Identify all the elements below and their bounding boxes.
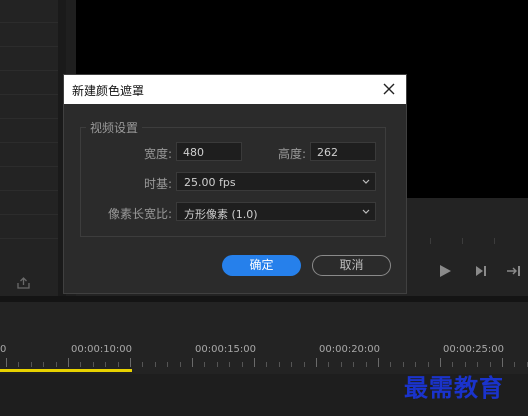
ruler-tick [490, 362, 491, 367]
ruler-tick [204, 362, 205, 367]
ruler-tick [130, 358, 131, 367]
timecode-label: 00:00:25:00 [443, 344, 505, 355]
ruler-tick [452, 362, 453, 367]
ruler-tick [353, 362, 354, 367]
ruler-tick [68, 358, 69, 367]
ruler-tick [242, 362, 243, 367]
chevron-down-icon [362, 209, 370, 214]
ruler-tick [440, 358, 441, 367]
cancel-button[interactable]: 取消 [312, 255, 391, 276]
ok-button[interactable]: 确定 [222, 255, 301, 276]
ruler-tick [477, 362, 478, 367]
ruler-tick [167, 362, 168, 367]
play-icon[interactable] [438, 264, 452, 278]
chevron-down-icon [362, 179, 370, 184]
monitor-ruler-tick [494, 238, 495, 244]
height-field[interactable]: 262 [310, 142, 376, 161]
ruler-tick [266, 362, 267, 367]
close-icon[interactable] [380, 80, 398, 98]
watermark-text: 最需教育 [404, 373, 504, 402]
ruler-tick [465, 362, 466, 367]
ruler-tick [390, 362, 391, 367]
panel-divider [0, 142, 58, 143]
ruler-tick [415, 362, 416, 367]
ruler-tick [56, 362, 57, 367]
ruler-tick [105, 362, 106, 367]
width-label: 宽度: [143, 147, 172, 161]
ruler-tick [279, 362, 280, 367]
ruler-tick [18, 362, 19, 367]
ruler-tick [514, 362, 515, 367]
ruler-tick [155, 362, 156, 367]
ruler-tick [6, 358, 7, 367]
dialog-titlebar[interactable]: 新建颜色遮罩 [64, 75, 406, 104]
ruler-tick [229, 362, 230, 367]
ruler-tick [254, 358, 255, 367]
timecode-label: 00:00:10:00 [71, 344, 133, 355]
ruler-tick [428, 362, 429, 367]
monitor-ruler-tick [430, 238, 431, 244]
panel-divider [0, 70, 58, 71]
monitor-ruler-tick [462, 238, 463, 244]
timecode-label: 00:00:20:00 [319, 344, 381, 355]
ruler-tick [366, 362, 367, 367]
height-label: 高度: [277, 147, 306, 161]
pixel-aspect-select[interactable]: 方形像素 (1.0) [176, 202, 376, 221]
ruler-tick [403, 362, 404, 367]
ruler-tick [192, 358, 193, 367]
ruler-tick [118, 362, 119, 367]
group-label: 视频设置 [86, 119, 143, 136]
ruler-tick [93, 362, 94, 367]
width-field[interactable]: 480 [176, 142, 242, 161]
timebase-value: 25.00 fps [184, 176, 236, 189]
panel-divider [0, 190, 58, 191]
project-panel [0, 0, 66, 296]
ruler-tick [291, 362, 292, 367]
ruler-tick [502, 358, 503, 367]
ruler-tick [43, 362, 44, 367]
panel-divider [0, 22, 58, 23]
panel-divider [0, 118, 58, 119]
timebase-select[interactable]: 25.00 fps [176, 172, 376, 191]
ruler-tick [142, 362, 143, 367]
panel-divider [0, 214, 58, 215]
ruler-tick [328, 362, 329, 367]
dialog-title: 新建颜色遮罩 [72, 84, 145, 98]
ruler-tick [341, 362, 342, 367]
pixel-aspect-label: 像素长宽比: [107, 207, 172, 221]
pixel-aspect-value: 方形像素 (1.0) [184, 208, 258, 221]
timecode-label: 00:00:15:00 [195, 344, 257, 355]
timecode-label: 0 [0, 344, 7, 355]
ruler-tick [31, 362, 32, 367]
ruler-tick [180, 362, 181, 367]
ruler-tick [80, 362, 81, 367]
panel-divider [0, 46, 58, 47]
ruler-tick [378, 358, 379, 367]
timebase-label: 时基: [143, 177, 172, 191]
ruler-tick [217, 362, 218, 367]
ruler-tick [316, 358, 317, 367]
step-forward-icon[interactable] [474, 264, 488, 278]
panel-divider [0, 94, 58, 95]
insert-icon[interactable] [506, 264, 522, 278]
panel-divider [0, 238, 58, 239]
new-color-matte-dialog: 新建颜色遮罩 视频设置 宽度: 480 高度: 262 时基: 25.00 fp… [63, 74, 407, 294]
export-icon[interactable] [17, 277, 30, 289]
panel-divider [0, 166, 58, 167]
ruler-tick [304, 362, 305, 367]
work-area-bar[interactable] [0, 369, 132, 372]
